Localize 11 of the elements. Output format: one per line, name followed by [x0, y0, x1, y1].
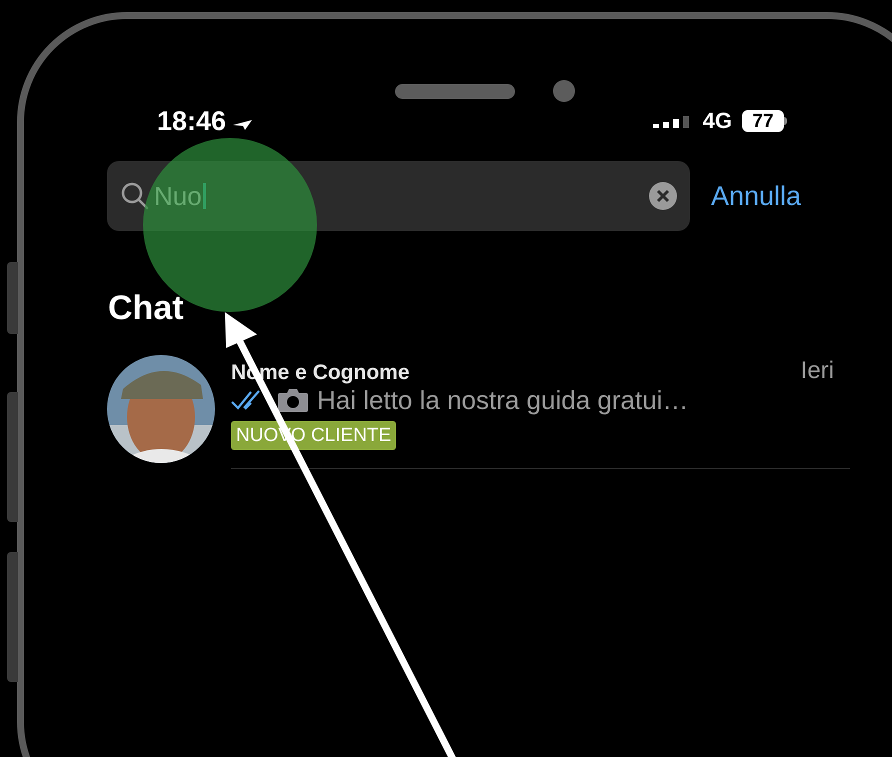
location-icon	[232, 119, 254, 131]
status-time: 18:46	[157, 108, 226, 134]
section-title: Chat	[108, 291, 185, 325]
camera-icon	[277, 387, 309, 413]
battery-tip	[784, 117, 787, 125]
clear-icon[interactable]	[649, 182, 677, 210]
message-preview: Hai letto la nostra guida gratui…	[317, 387, 688, 413]
network-label: 4G	[702, 110, 732, 132]
cancel-button[interactable]: Annulla	[711, 176, 802, 216]
battery-icon: 77	[742, 110, 784, 132]
chat-time: Ieri	[800, 359, 834, 383]
